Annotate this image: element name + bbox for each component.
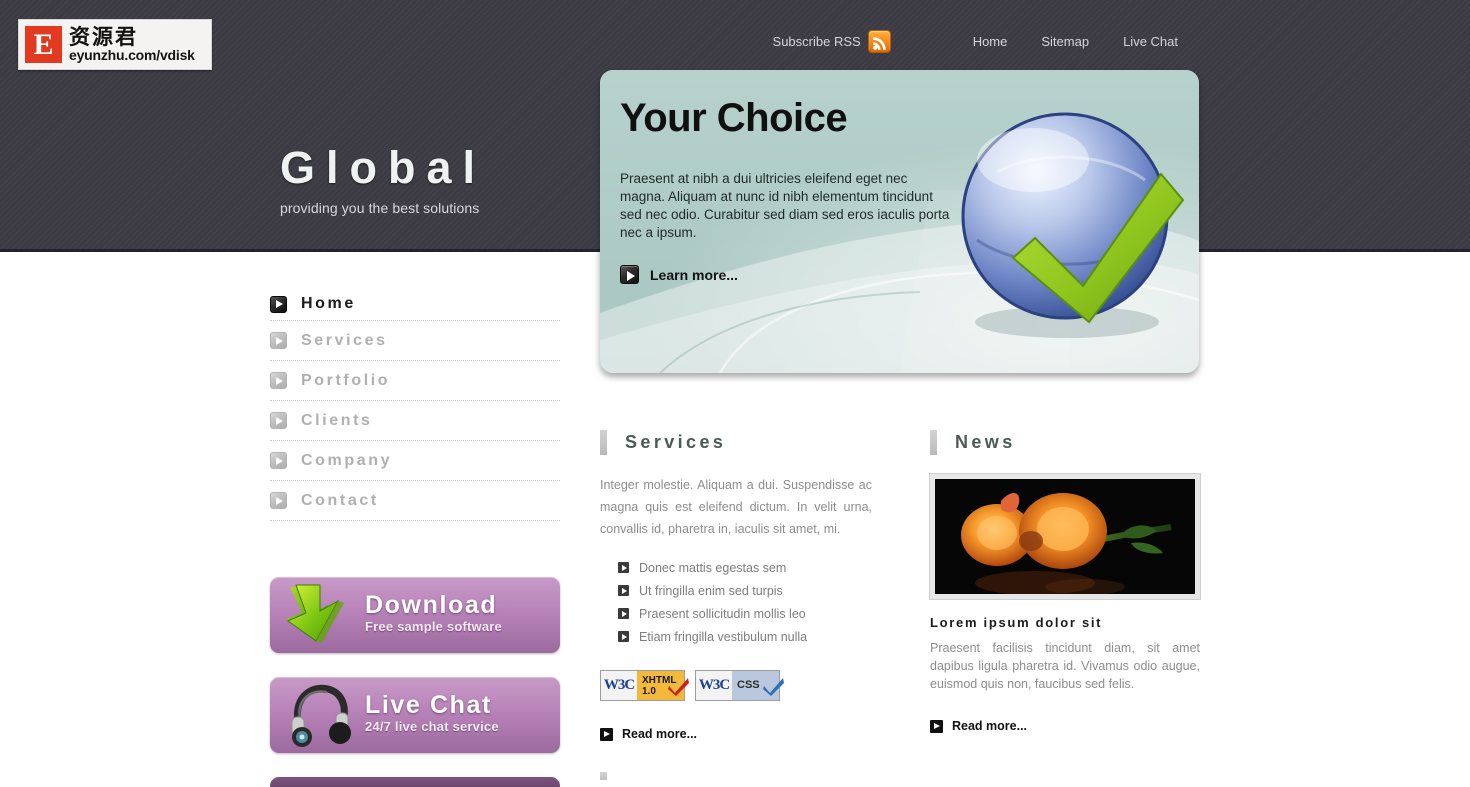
page-title: Global	[280, 142, 487, 193]
hero-learn-more-link[interactable]: Learn more...	[620, 265, 950, 284]
sidebar-item-company[interactable]: Company	[270, 441, 560, 481]
sidebar-item-services[interactable]: Services	[270, 321, 560, 361]
site-logo[interactable]: E 资源君 eyunzhu.com/vdisk	[18, 19, 212, 70]
nav-link-sitemap[interactable]: Sitemap	[1041, 33, 1089, 51]
sidebar-item-label: Contact	[301, 491, 379, 509]
news-section: News Lorem ipsum dolor sit Praesent faci…	[929, 428, 1201, 733]
arrow-right-icon	[618, 631, 629, 642]
list-item[interactable]: Etiam fringilla vestibulum nulla	[600, 625, 872, 648]
list-item[interactable]: Praesent sollicitudin mollis leo	[600, 602, 872, 625]
services-list: Donec mattis egestas sem Ut fringilla en…	[600, 556, 872, 648]
news-heading: News	[955, 431, 1016, 452]
list-item[interactable]: Ut fringilla enim sed turpis	[600, 579, 872, 602]
promo-title: Live Chat	[365, 691, 492, 719]
logo-mark-letter: E	[33, 27, 54, 61]
rss-icon[interactable]	[867, 30, 891, 53]
sidebar-promos: Download Free sample software Live Chat …	[270, 577, 560, 787]
validator-badges: W3C XHTML 1.0 W3C CSS	[600, 670, 872, 701]
sidebar-item-label: Portfolio	[301, 371, 391, 389]
badge-line2: 1.0	[642, 685, 656, 697]
read-more-label: Read more...	[622, 727, 698, 741]
read-more-label: Read more...	[952, 719, 1028, 733]
services-section: Services Integer molestie. Aliquam a dui…	[600, 428, 872, 741]
checkmark-icon	[763, 678, 784, 696]
news-thumbnail[interactable]	[929, 473, 1201, 600]
list-item-label: Praesent sollicitudin mollis leo	[639, 606, 806, 621]
arrow-right-icon	[618, 585, 629, 596]
sidebar-item-label: Services	[301, 331, 388, 349]
hero-heading: Your Choice	[620, 96, 848, 140]
services-read-more-link[interactable]: Read more...	[600, 727, 872, 741]
list-item[interactable]: Donec mattis egestas sem	[600, 556, 872, 579]
hero-content: Your Choice Praesent at nibh a dui ultri…	[620, 92, 950, 284]
arrow-right-icon	[270, 372, 287, 389]
arrow-right-icon	[270, 412, 287, 429]
hero-paragraph: Praesent at nibh a dui ultricies eleifen…	[620, 171, 950, 240]
promo-title: Download	[365, 591, 498, 619]
list-item-label: Etiam fringilla vestibulum nulla	[639, 629, 808, 644]
checkmark-icon	[668, 678, 689, 696]
services-heading: Services	[625, 431, 727, 452]
w3c-xhtml-badge[interactable]: W3C XHTML 1.0	[600, 670, 689, 701]
nav-link-home[interactable]: Home	[973, 33, 1008, 51]
subscribe-rss-link[interactable]: Subscribe RSS	[773, 33, 861, 51]
logo-mark-icon: E	[25, 26, 62, 63]
sidebar-item-label: Home	[301, 295, 356, 312]
w3c-css-badge[interactable]: W3C CSS	[695, 670, 784, 701]
services-paragraph: Integer molestie. Aliquam a dui. Suspend…	[600, 478, 872, 536]
sidebar-item-portfolio[interactable]: Portfolio	[270, 361, 560, 401]
arrow-right-icon	[270, 332, 287, 349]
nav-link-live-chat[interactable]: Live Chat	[1123, 33, 1178, 51]
w3c-logo-label: W3C	[696, 671, 732, 700]
sidebar-item-label: Clients	[301, 411, 373, 429]
sidebar-item-home[interactable]: Home	[270, 288, 560, 321]
arrow-right-icon	[618, 562, 629, 573]
arrow-right-icon	[270, 452, 287, 469]
hero-cta-label: Learn more...	[650, 266, 738, 283]
list-item-label: Ut fringilla enim sed turpis	[639, 583, 783, 598]
sidebar-item-label: Company	[301, 451, 393, 469]
arrow-right-icon	[600, 727, 613, 741]
badge-line1: CSS	[737, 679, 760, 691]
arrow-right-icon	[620, 265, 639, 284]
arrow-right-icon	[618, 608, 629, 619]
brand-tagline: providing you the best solutions	[280, 200, 480, 216]
news-item-paragraph: Praesent facilisis tincidunt diam, sit a…	[930, 641, 1200, 691]
blue-globe-with-green-check-icon	[961, 112, 1185, 338]
arrow-right-icon	[270, 492, 287, 509]
headset-icon	[291, 684, 351, 747]
list-item-label: Donec mattis egestas sem	[639, 560, 787, 575]
promo-download-banner[interactable]: Download Free sample software	[270, 577, 560, 653]
news-read-more-link[interactable]: Read more...	[930, 719, 1200, 733]
promo-live-chat-banner[interactable]: Live Chat 24/7 live chat service	[270, 677, 560, 753]
promo-subtitle: 24/7 live chat service	[365, 719, 499, 734]
orange-flowers-photo	[935, 479, 1195, 594]
logo-url: eyunzhu.com/vdisk	[69, 47, 195, 63]
section-accent-bar	[930, 429, 937, 455]
hero-panel: Your Choice Praesent at nibh a dui ultri…	[600, 70, 1199, 373]
news-item-title[interactable]: Lorem ipsum dolor sit	[930, 615, 1200, 630]
w3c-logo-label: W3C	[601, 671, 637, 700]
promo-next-banner-partial[interactable]	[270, 777, 560, 787]
green-download-arrow-icon	[286, 584, 344, 643]
arrow-right-icon	[930, 719, 943, 733]
sidebar-item-clients[interactable]: Clients	[270, 401, 560, 441]
sidebar-navigation: Home Services Portfolio Clients Company …	[270, 288, 560, 521]
top-navigation: Subscribe RSS Home Sitemap Live Chat	[773, 30, 1178, 53]
sidebar-item-contact[interactable]: Contact	[270, 481, 560, 521]
section-accent-bar	[600, 429, 607, 455]
arrow-right-icon	[270, 295, 287, 313]
brand-block: Global providing you the best solutions	[280, 143, 486, 217]
next-section-accent-bar	[600, 772, 607, 780]
logo-chinese-name: 资源君	[69, 25, 138, 49]
promo-subtitle: Free sample software	[365, 619, 502, 634]
